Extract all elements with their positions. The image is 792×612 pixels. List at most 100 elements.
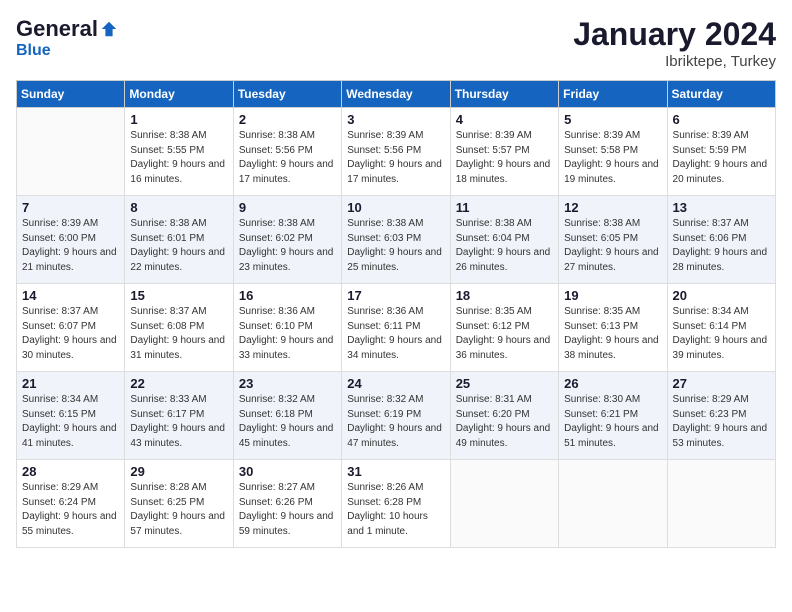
month-title: January 2024	[573, 16, 776, 53]
day-info: Sunrise: 8:30 AMSunset: 6:21 PMDaylight:…	[564, 393, 661, 451]
day-info: Sunrise: 8:38 AMSunset: 5:56 PMDaylight:…	[239, 129, 336, 187]
day-info: Sunrise: 8:34 AMSunset: 6:15 PMDaylight:…	[22, 393, 119, 451]
calendar-cell: 26Sunrise: 8:30 AMSunset: 6:21 PMDayligh…	[559, 372, 667, 460]
calendar-week-3: 14 Sunrise: 8:37 AMSunset: 6:07 PMDayligh…	[17, 284, 776, 372]
calendar-cell: 11 Sunrise: 8:38 AMSunset: 6:04 PMDayligh…	[450, 196, 558, 284]
day-info: Sunrise: 8:39 AMSunset: 6:00 PMDaylight:…	[22, 217, 119, 275]
day-info: Sunrise: 8:33 AMSunset: 6:17 PMDaylight:…	[130, 393, 227, 451]
day-number: 14	[22, 288, 119, 303]
logo-icon	[100, 20, 118, 38]
day-number: 16	[239, 288, 336, 303]
day-info: Sunrise: 8:35 AMSunset: 6:12 PMDaylight:…	[456, 305, 553, 363]
day-info: Sunrise: 8:39 AMSunset: 5:57 PMDaylight:…	[456, 129, 553, 187]
day-info: Sunrise: 8:34 AMSunset: 6:14 PMDaylight:…	[673, 305, 770, 363]
day-number: 19	[564, 288, 661, 303]
calendar-cell: 19 Sunrise: 8:35 AMSunset: 6:13 PMDayligh…	[559, 284, 667, 372]
calendar-cell: 5 Sunrise: 8:39 AMSunset: 5:58 PMDaylight…	[559, 108, 667, 196]
day-info: Sunrise: 8:39 AMSunset: 5:58 PMDaylight:…	[564, 129, 661, 187]
day-number: 30	[239, 464, 336, 479]
day-info: Sunrise: 8:38 AMSunset: 6:02 PMDaylight:…	[239, 217, 336, 275]
calendar-cell: 31 Sunrise: 8:26 AMSunset: 6:28 PMDayligh…	[342, 460, 450, 548]
calendar-cell: 14 Sunrise: 8:37 AMSunset: 6:07 PMDayligh…	[17, 284, 125, 372]
calendar-cell: 30 Sunrise: 8:27 AMSunset: 6:26 PMDayligh…	[233, 460, 341, 548]
calendar-week-1: 1 Sunrise: 8:38 AMSunset: 5:55 PMDaylight…	[17, 108, 776, 196]
day-number: 4	[456, 112, 553, 127]
day-info: Sunrise: 8:38 AMSunset: 6:05 PMDaylight:…	[564, 217, 661, 275]
day-info: Sunrise: 8:36 AMSunset: 6:11 PMDaylight:…	[347, 305, 444, 363]
weekday-header-tuesday: Tuesday	[233, 81, 341, 108]
calendar-cell: 23 Sunrise: 8:32 AMSunset: 6:18 PMDayligh…	[233, 372, 341, 460]
calendar-cell: 1 Sunrise: 8:38 AMSunset: 5:55 PMDaylight…	[125, 108, 233, 196]
day-info: Sunrise: 8:38 AMSunset: 6:04 PMDaylight:…	[456, 217, 553, 275]
day-number: 20	[673, 288, 770, 303]
day-number: 18	[456, 288, 553, 303]
calendar-cell: 9 Sunrise: 8:38 AMSunset: 6:02 PMDaylight…	[233, 196, 341, 284]
day-info: Sunrise: 8:37 AMSunset: 6:06 PMDaylight:…	[673, 217, 770, 275]
weekday-header-friday: Friday	[559, 81, 667, 108]
calendar-cell: 2 Sunrise: 8:38 AMSunset: 5:56 PMDaylight…	[233, 108, 341, 196]
day-info: Sunrise: 8:36 AMSunset: 6:10 PMDaylight:…	[239, 305, 336, 363]
day-info: Sunrise: 8:28 AMSunset: 6:25 PMDaylight:…	[130, 481, 227, 539]
day-info: Sunrise: 8:39 AMSunset: 5:59 PMDaylight:…	[673, 129, 770, 187]
calendar-cell: 15Sunrise: 8:37 AMSunset: 6:08 PMDayligh…	[125, 284, 233, 372]
weekday-header-sunday: Sunday	[17, 81, 125, 108]
day-info: Sunrise: 8:39 AMSunset: 5:56 PMDaylight:…	[347, 129, 444, 187]
day-number: 22	[130, 376, 227, 391]
calendar-cell	[667, 460, 775, 548]
day-info: Sunrise: 8:32 AMSunset: 6:19 PMDaylight:…	[347, 393, 444, 451]
day-number: 11	[456, 200, 553, 215]
calendar-cell: 18 Sunrise: 8:35 AMSunset: 6:12 PMDayligh…	[450, 284, 558, 372]
calendar-cell: 25Sunrise: 8:31 AMSunset: 6:20 PMDayligh…	[450, 372, 558, 460]
calendar-cell	[559, 460, 667, 548]
calendar-cell	[450, 460, 558, 548]
day-info: Sunrise: 8:29 AMSunset: 6:23 PMDaylight:…	[673, 393, 770, 451]
day-info: Sunrise: 8:35 AMSunset: 6:13 PMDaylight:…	[564, 305, 661, 363]
calendar-cell: 21Sunrise: 8:34 AMSunset: 6:15 PMDayligh…	[17, 372, 125, 460]
calendar-cell: 29 Sunrise: 8:28 AMSunset: 6:25 PMDayligh…	[125, 460, 233, 548]
calendar-table: SundayMondayTuesdayWednesdayThursdayFrid…	[16, 80, 776, 548]
day-number: 5	[564, 112, 661, 127]
location: Ibriktepe, Turkey	[573, 53, 776, 70]
calendar-cell	[17, 108, 125, 196]
day-number: 15	[130, 288, 227, 303]
calendar-cell: 10Sunrise: 8:38 AMSunset: 6:03 PMDayligh…	[342, 196, 450, 284]
day-info: Sunrise: 8:32 AMSunset: 6:18 PMDaylight:…	[239, 393, 336, 451]
day-number: 17	[347, 288, 444, 303]
day-number: 12	[564, 200, 661, 215]
calendar-cell: 3Sunrise: 8:39 AMSunset: 5:56 PMDaylight…	[342, 108, 450, 196]
calendar-cell: 8Sunrise: 8:38 AMSunset: 6:01 PMDaylight…	[125, 196, 233, 284]
day-number: 31	[347, 464, 444, 479]
weekday-header-row: SundayMondayTuesdayWednesdayThursdayFrid…	[17, 81, 776, 108]
calendar-cell: 7Sunrise: 8:39 AMSunset: 6:00 PMDaylight…	[17, 196, 125, 284]
day-number: 23	[239, 376, 336, 391]
calendar-cell: 22 Sunrise: 8:33 AMSunset: 6:17 PMDayligh…	[125, 372, 233, 460]
day-number: 1	[130, 112, 227, 127]
day-info: Sunrise: 8:27 AMSunset: 6:26 PMDaylight:…	[239, 481, 336, 539]
day-info: Sunrise: 8:38 AMSunset: 5:55 PMDaylight:…	[130, 129, 227, 187]
day-number: 13	[673, 200, 770, 215]
title-block: January 2024 Ibriktepe, Turkey	[573, 16, 776, 70]
calendar-cell: 4 Sunrise: 8:39 AMSunset: 5:57 PMDaylight…	[450, 108, 558, 196]
weekday-header-thursday: Thursday	[450, 81, 558, 108]
day-number: 6	[673, 112, 770, 127]
day-number: 2	[239, 112, 336, 127]
day-number: 9	[239, 200, 336, 215]
day-info: Sunrise: 8:31 AMSunset: 6:20 PMDaylight:…	[456, 393, 553, 451]
calendar-cell: 28Sunrise: 8:29 AMSunset: 6:24 PMDayligh…	[17, 460, 125, 548]
logo-blue-text: Blue	[16, 42, 51, 60]
day-info: Sunrise: 8:26 AMSunset: 6:28 PMDaylight:…	[347, 481, 444, 539]
weekday-header-monday: Monday	[125, 81, 233, 108]
day-info: Sunrise: 8:37 AMSunset: 6:07 PMDaylight:…	[22, 305, 119, 363]
day-number: 29	[130, 464, 227, 479]
calendar-week-5: 28Sunrise: 8:29 AMSunset: 6:24 PMDayligh…	[17, 460, 776, 548]
weekday-header-wednesday: Wednesday	[342, 81, 450, 108]
logo: General Blue	[16, 16, 118, 60]
calendar-cell: 17 Sunrise: 8:36 AMSunset: 6:11 PMDayligh…	[342, 284, 450, 372]
calendar-cell: 27 Sunrise: 8:29 AMSunset: 6:23 PMDayligh…	[667, 372, 775, 460]
calendar-week-2: 7Sunrise: 8:39 AMSunset: 6:00 PMDaylight…	[17, 196, 776, 284]
day-number: 24	[347, 376, 444, 391]
page-header: General Blue January 2024 Ibriktepe, Tur…	[16, 16, 776, 70]
day-number: 27	[673, 376, 770, 391]
day-number: 10	[347, 200, 444, 215]
calendar-cell: 12 Sunrise: 8:38 AMSunset: 6:05 PMDayligh…	[559, 196, 667, 284]
